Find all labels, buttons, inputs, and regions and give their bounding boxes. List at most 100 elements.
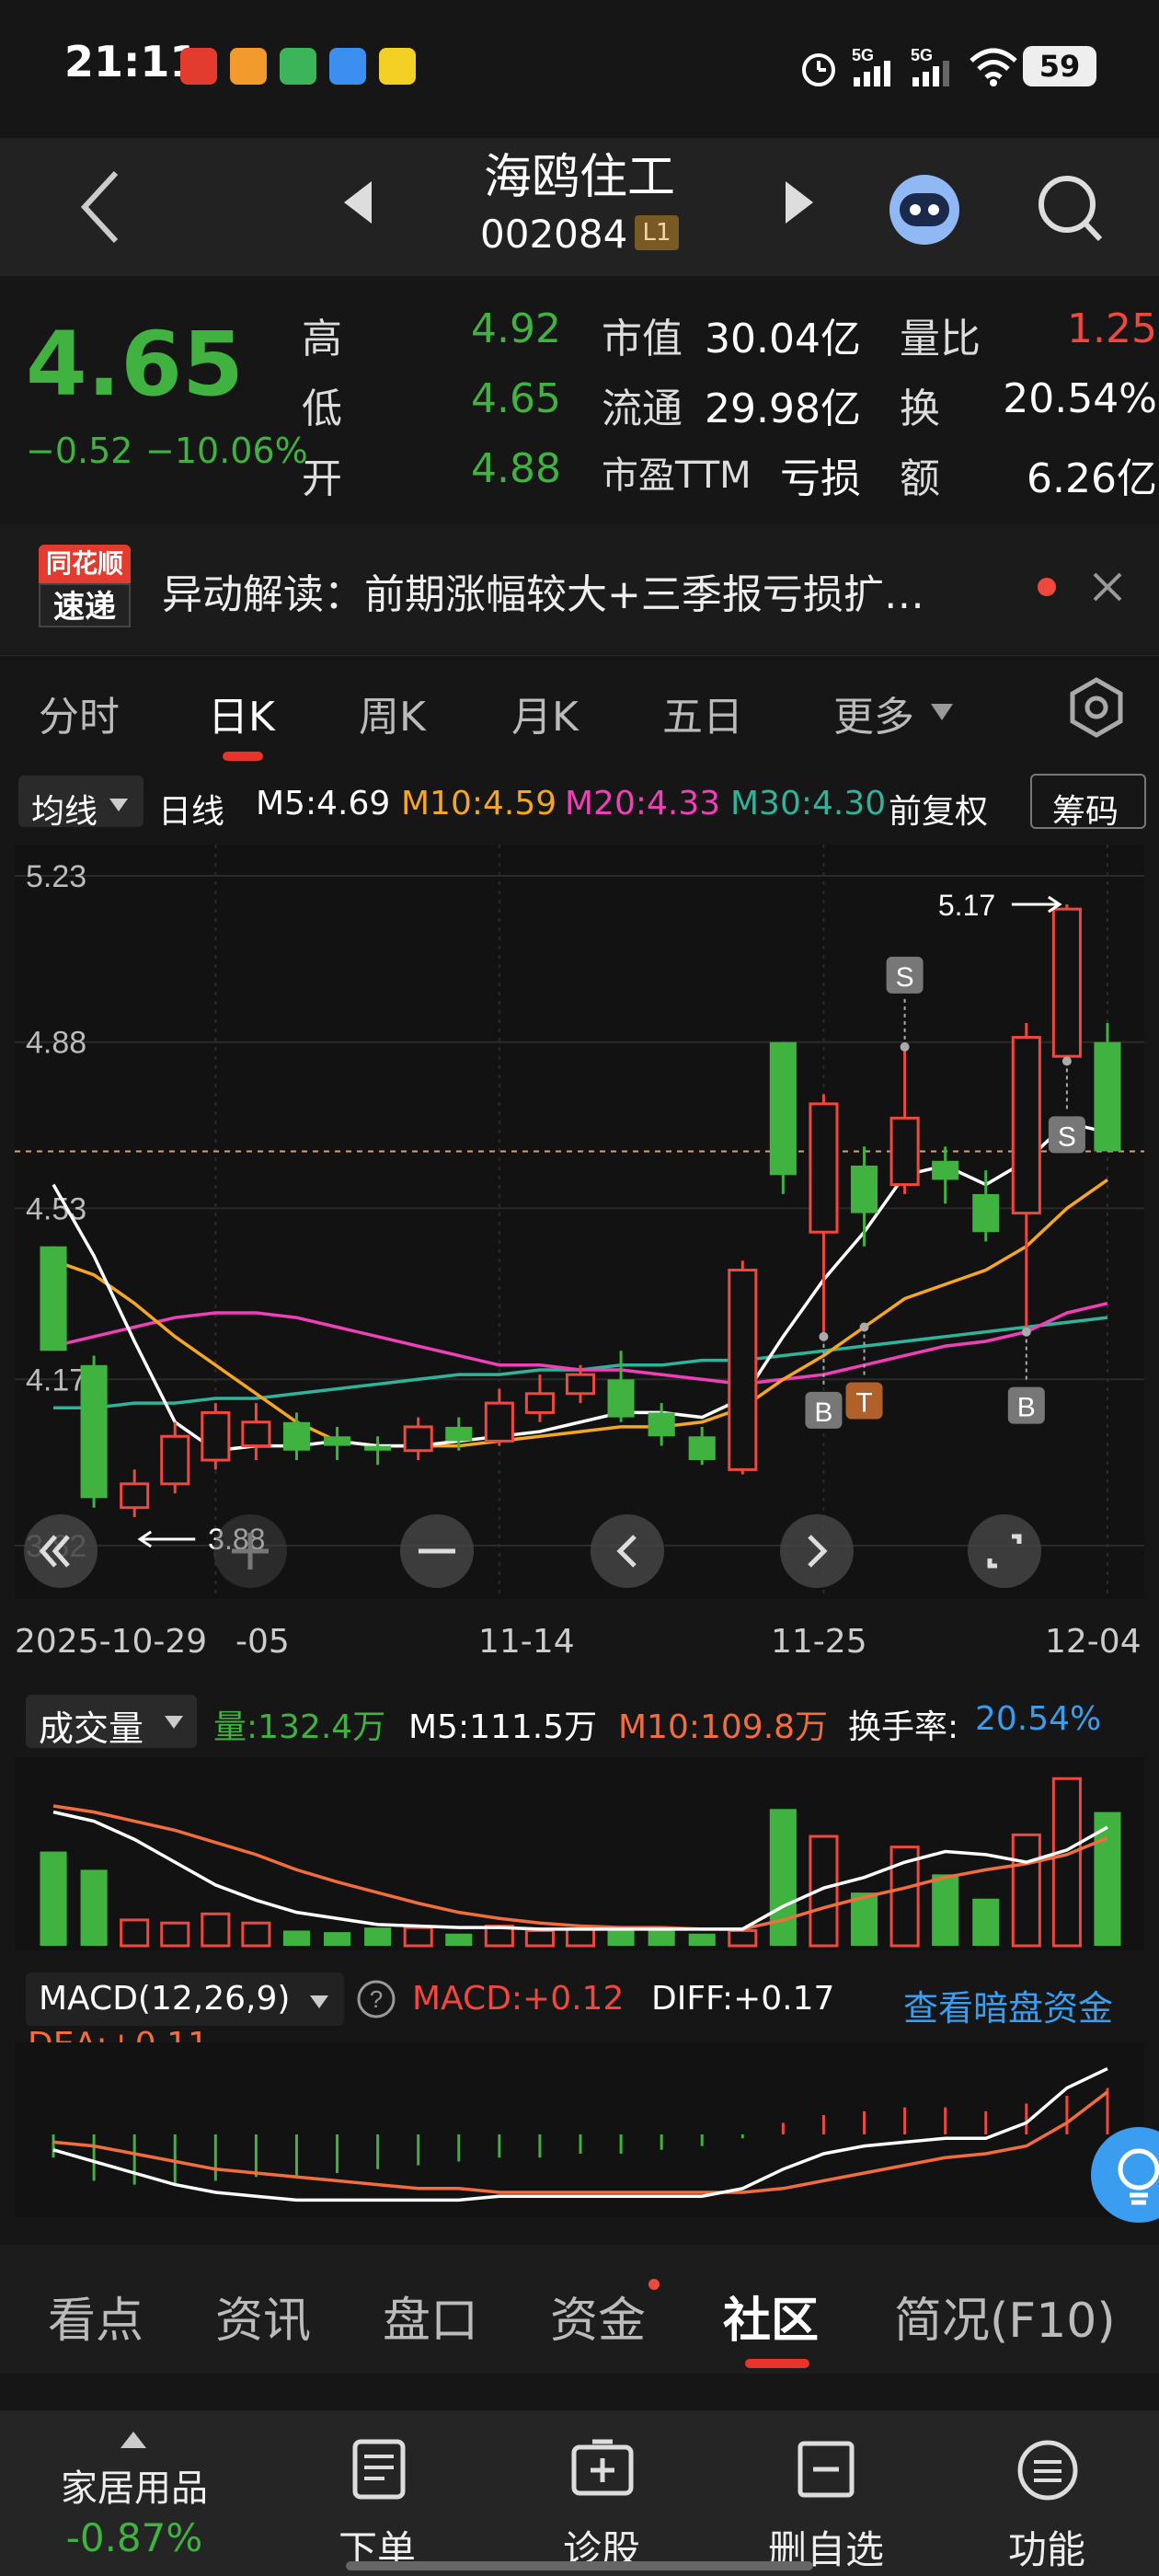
candle-body [769, 1041, 797, 1176]
zoom-in-button[interactable] [213, 1514, 287, 1588]
volume-bar [241, 1921, 271, 1948]
signal-label: B [814, 1397, 832, 1428]
ma-selector-label: 均线 [31, 793, 98, 831]
candle [1094, 1023, 1121, 1152]
scroll-left-button[interactable] [591, 1514, 664, 1588]
volume-bar [524, 1928, 555, 1948]
candle-body [565, 1373, 596, 1396]
robot-assistant-icon[interactable] [883, 166, 966, 248]
news-text[interactable]: 异动解读：前期涨幅较大+三季报亏损扩… [162, 561, 924, 620]
candle [80, 1355, 108, 1508]
tab-more[interactable]: 更多 [833, 684, 914, 742]
low-label: 低 [302, 385, 342, 432]
amount-value: 6.26亿 [1027, 455, 1157, 502]
amount-label: 额 [900, 455, 940, 502]
x-tick-2: 11-14 [478, 1623, 575, 1661]
place-order-button[interactable]: 下单 [285, 2410, 469, 2576]
diagnose-button[interactable]: 诊股 [510, 2410, 694, 2576]
volume-chart[interactable] [15, 1757, 1144, 1950]
signal-dot [1021, 1327, 1031, 1337]
functions-button[interactable]: 功能 [955, 2410, 1139, 2576]
signal-label: S [896, 962, 914, 993]
candle-body [932, 1160, 959, 1180]
volume-bar [1011, 1833, 1041, 1948]
adjust-mode[interactable]: 前复权 [889, 785, 988, 833]
tab-highlights[interactable]: 看点 [48, 2282, 143, 2351]
close-icon[interactable] [1091, 570, 1124, 604]
tab-five-day[interactable]: 五日 [662, 684, 743, 742]
svg-text:5G: 5G [852, 46, 874, 64]
candle-body [201, 1410, 231, 1462]
candle-body [1051, 907, 1082, 1058]
tab-monthly-k[interactable]: 月K [511, 684, 579, 742]
candle-body [324, 1436, 351, 1446]
volume-selector-label: 成交量 [39, 1708, 144, 1749]
signal-label: B [1017, 1393, 1036, 1423]
low-value: 4.65 [471, 375, 561, 422]
candle-body [484, 1401, 514, 1443]
turnover-rate-value: 20.54% [975, 1700, 1102, 1738]
content-tabs: 看点 资讯 盘口 资金 社区 简况(F10) [0, 2245, 1159, 2374]
candle-body [120, 1482, 150, 1510]
tab-intraday[interactable]: 分时 [39, 684, 120, 742]
remove-watchlist-button[interactable]: 删自选 [734, 2410, 918, 2576]
chevron-down-icon [310, 1995, 328, 2008]
logo-top-text: 同花顺 [39, 545, 131, 583]
candle-body [241, 1420, 271, 1448]
candle-body [403, 1425, 433, 1453]
sector-button[interactable]: 家居用品 -0.87% [42, 2410, 226, 2576]
lightbulb-tips-button[interactable] [1091, 2127, 1159, 2228]
volume-bar [688, 1933, 716, 1946]
price-change: −0.52 [26, 431, 133, 471]
x-tick-4: 12-04 [1045, 1623, 1142, 1661]
scroll-left-fast-button[interactable] [24, 1514, 98, 1588]
dark-pool-link[interactable]: 查看暗盘资金 [903, 1980, 1113, 2030]
app-yellow-icon [379, 48, 416, 85]
signal-dot [900, 1041, 910, 1052]
period-tabs: 分时 日K 周K 月K 五日 更多 [0, 655, 1159, 765]
signal-dot [819, 1331, 829, 1341]
volume-bar [282, 1930, 311, 1946]
tab-capital-flow[interactable]: 资金 [550, 2282, 646, 2351]
logo-bottom-text: 速递 [39, 583, 131, 627]
chevron-down-icon [109, 799, 128, 811]
tab-daily-k[interactable]: 日K [208, 684, 275, 742]
scroll-right-button[interactable] [780, 1514, 854, 1588]
volume-bar [445, 1933, 473, 1946]
tab-community[interactable]: 社区 [723, 2282, 819, 2351]
y-tick-label: 4.17 [26, 1363, 86, 1397]
candle-body [160, 1434, 190, 1486]
alarm-icon [802, 53, 835, 86]
battery-icon: 59 [1023, 46, 1096, 86]
app-red-icon [180, 48, 217, 85]
news-banner[interactable]: 同花顺 速递 异动解读：前期涨幅较大+三季报亏损扩… [0, 524, 1159, 653]
app-green-icon [280, 48, 316, 85]
tab-company-profile[interactable]: 简况(F10) [894, 2282, 1116, 2351]
active-tab-indicator [223, 752, 263, 761]
candle-body [607, 1379, 635, 1418]
volume-bar [1051, 1777, 1082, 1948]
svg-text:?: ? [370, 1985, 383, 2013]
volume-ratio-value: 1.25 [1067, 305, 1157, 352]
level-badge: L1 [635, 215, 679, 250]
settings-hexagon-icon[interactable] [1065, 676, 1128, 739]
pe-ttm-value: 亏损 [780, 455, 861, 502]
macd-selector-label: MACD(12,26,9) [39, 1980, 291, 2018]
search-icon[interactable] [1034, 166, 1107, 248]
tab-order-book[interactable]: 盘口 [383, 2282, 478, 2351]
kline-chart[interactable]: 5.234.884.534.173.82 BSTBS 5.173.88 [15, 845, 1144, 1599]
max-price-label: 5.17 [938, 889, 995, 922]
candle-body [648, 1412, 675, 1437]
diagnose-icon [571, 2439, 634, 2496]
tab-news[interactable]: 资讯 [215, 2282, 311, 2351]
macd-chart[interactable] [15, 2042, 1144, 2217]
candle [40, 1246, 67, 1351]
fullscreen-button[interactable] [968, 1514, 1041, 1588]
volume-m10: M10:109.8万 [618, 1708, 829, 1746]
tab-weekly-k[interactable]: 周K [359, 684, 426, 742]
order-document-icon [352, 2439, 406, 2500]
help-icon[interactable]: ? [355, 1978, 397, 2020]
volume-value: 量:132.4万 [213, 1708, 386, 1746]
zoom-out-button[interactable] [400, 1514, 474, 1588]
next-stock-icon[interactable] [784, 179, 817, 225]
